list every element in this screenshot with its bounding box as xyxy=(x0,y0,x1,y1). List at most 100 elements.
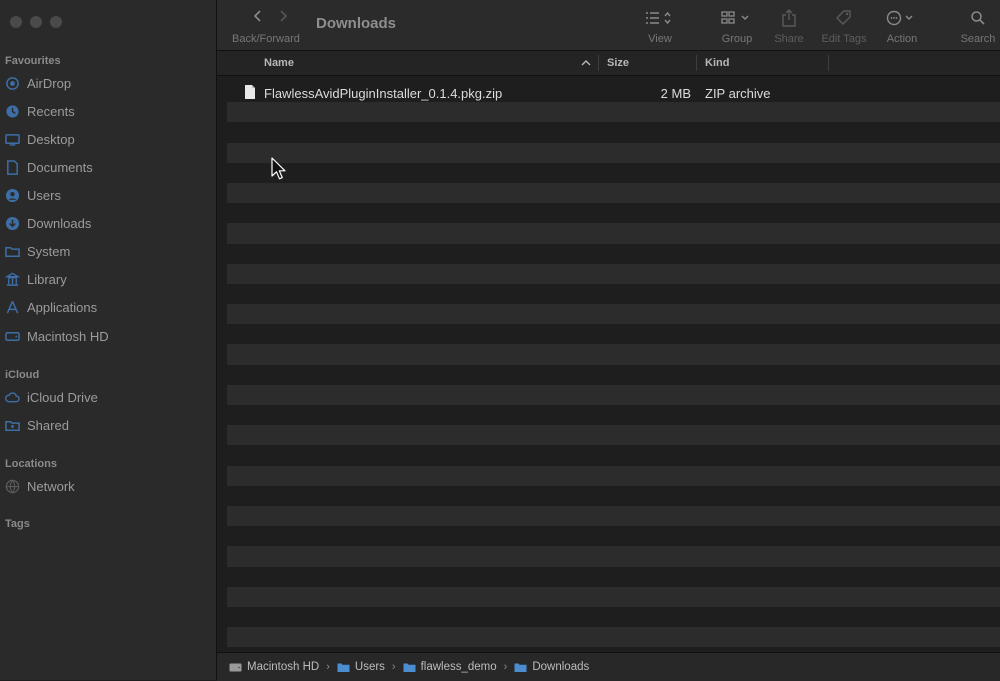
sidebar-item-library[interactable]: Library xyxy=(5,268,67,290)
path-chevron-icon: › xyxy=(326,661,330,673)
list-row xyxy=(227,304,1000,325)
desktop-icon xyxy=(5,133,20,146)
column-headers: Name Size Kind xyxy=(217,51,1000,76)
column-divider[interactable] xyxy=(828,55,829,71)
harddrive-icon xyxy=(229,663,242,671)
minimize-window-button[interactable] xyxy=(30,16,42,28)
sidebar-item-recents[interactable]: Recents xyxy=(5,100,75,122)
sidebar-item-network[interactable]: Network xyxy=(5,475,75,497)
column-header-kind[interactable]: Kind xyxy=(705,57,729,69)
path-bar: Macintosh HD › Users › flawless_demo › D… xyxy=(217,652,1000,681)
list-row xyxy=(227,384,1000,405)
list-row xyxy=(227,223,1000,244)
list-row xyxy=(227,263,1000,284)
window-title: Downloads xyxy=(316,15,397,32)
list-row xyxy=(227,182,1000,204)
list-row xyxy=(227,364,1000,385)
list-row xyxy=(227,425,1000,446)
sidebar-item-macintosh-hd[interactable]: Macintosh HD xyxy=(5,325,109,347)
list-row xyxy=(227,162,1000,183)
cloud-icon xyxy=(5,391,20,402)
folder-icon xyxy=(5,246,20,257)
more-actions-icon xyxy=(886,10,913,26)
column-divider[interactable] xyxy=(696,55,697,71)
sort-ascending-icon[interactable] xyxy=(581,59,591,67)
toolbar: Back/Forward Downloads View Group Share … xyxy=(217,0,1000,51)
sidebar-item-users[interactable]: Users xyxy=(5,184,61,206)
file-name: FlawlessAvidPluginInstaller_0.1.4.pkg.zi… xyxy=(264,85,503,101)
folder-icon xyxy=(403,663,416,672)
back-forward-control xyxy=(252,9,289,23)
list-row xyxy=(227,324,1000,345)
list-row xyxy=(227,102,1000,123)
group-button[interactable]: Group xyxy=(707,8,767,45)
list-row xyxy=(227,283,1000,305)
sidebar-section-locations: Locations xyxy=(5,458,57,470)
path-chevron-icon: › xyxy=(503,661,508,673)
download-icon xyxy=(5,216,20,230)
list-row xyxy=(227,606,1000,628)
window-controls xyxy=(10,16,62,28)
action-button[interactable]: Action xyxy=(872,8,932,45)
sidebar-item-shared[interactable]: Shared xyxy=(5,414,69,436)
list-row xyxy=(227,122,1000,143)
tag-icon xyxy=(836,10,851,25)
list-row xyxy=(227,546,1000,567)
list-row xyxy=(227,203,1000,224)
close-window-button[interactable] xyxy=(10,16,22,28)
list-row xyxy=(227,142,1000,163)
path-chevron-icon: › xyxy=(391,661,396,673)
path-segment-macintosh-hd[interactable]: Macintosh HD xyxy=(247,661,319,673)
share-icon xyxy=(782,9,796,27)
path-segment-flawless-demo[interactable]: flawless_demo xyxy=(421,661,497,673)
folder-icon xyxy=(337,663,350,672)
list-row xyxy=(227,566,1000,587)
edit-tags-button[interactable]: Edit Tags xyxy=(814,8,874,45)
sidebar-item-icloud-drive[interactable]: iCloud Drive xyxy=(5,386,98,408)
sidebar-item-airdrop[interactable]: AirDrop xyxy=(5,72,71,94)
mouse-cursor-icon xyxy=(271,157,286,180)
list-row xyxy=(227,627,1000,647)
back-icon[interactable] xyxy=(252,9,264,23)
forward-icon[interactable] xyxy=(277,9,289,23)
list-row xyxy=(227,586,1000,607)
list-row xyxy=(227,505,1000,527)
list-row xyxy=(227,526,1000,547)
globe-icon xyxy=(5,479,20,493)
sidebar-item-desktop[interactable]: Desktop xyxy=(5,128,75,150)
shared-folder-icon xyxy=(5,420,20,431)
list-row xyxy=(227,344,1000,365)
downloads-folder-icon xyxy=(514,663,527,672)
view-button[interactable]: View xyxy=(630,8,690,45)
airdrop-icon xyxy=(6,76,19,90)
sidebar-item-documents[interactable]: Documents xyxy=(5,156,93,178)
sidebar-item-applications[interactable]: Applications xyxy=(5,296,97,318)
file-size: 2 MB xyxy=(660,85,691,101)
file-kind: ZIP archive xyxy=(705,85,771,101)
column-header-name[interactable]: Name xyxy=(264,57,294,69)
list-row xyxy=(227,465,1000,486)
zip-file-icon xyxy=(245,85,255,99)
column-header-size[interactable]: Size xyxy=(607,57,629,69)
column-divider[interactable] xyxy=(598,55,599,71)
zoom-window-button[interactable] xyxy=(50,16,62,28)
user-icon xyxy=(5,188,20,202)
clock-icon xyxy=(6,104,19,118)
search-button[interactable]: Search xyxy=(948,8,1000,45)
path-segment-users[interactable]: Users xyxy=(355,661,385,673)
applications-icon xyxy=(6,300,19,313)
sidebar-section-tags: Tags xyxy=(5,518,30,530)
list-row xyxy=(227,485,1000,506)
sidebar-section-favourites: Favourites xyxy=(5,55,61,67)
list-view-icon xyxy=(646,11,671,25)
sidebar-item-downloads[interactable]: Downloads xyxy=(5,212,91,234)
list-row xyxy=(227,445,1000,466)
path-segment-downloads[interactable]: Downloads xyxy=(532,661,589,673)
sidebar-section-icloud: iCloud xyxy=(5,369,40,381)
file-row[interactable]: FlawlessAvidPluginInstaller_0.1.4.pkg.zi… xyxy=(217,82,1000,104)
sidebar-item-system[interactable]: System xyxy=(5,240,70,262)
search-icon xyxy=(971,11,985,25)
back-forward-label: Back/Forward xyxy=(232,33,300,45)
share-button[interactable]: Share xyxy=(759,8,819,45)
list-row xyxy=(227,243,1000,264)
